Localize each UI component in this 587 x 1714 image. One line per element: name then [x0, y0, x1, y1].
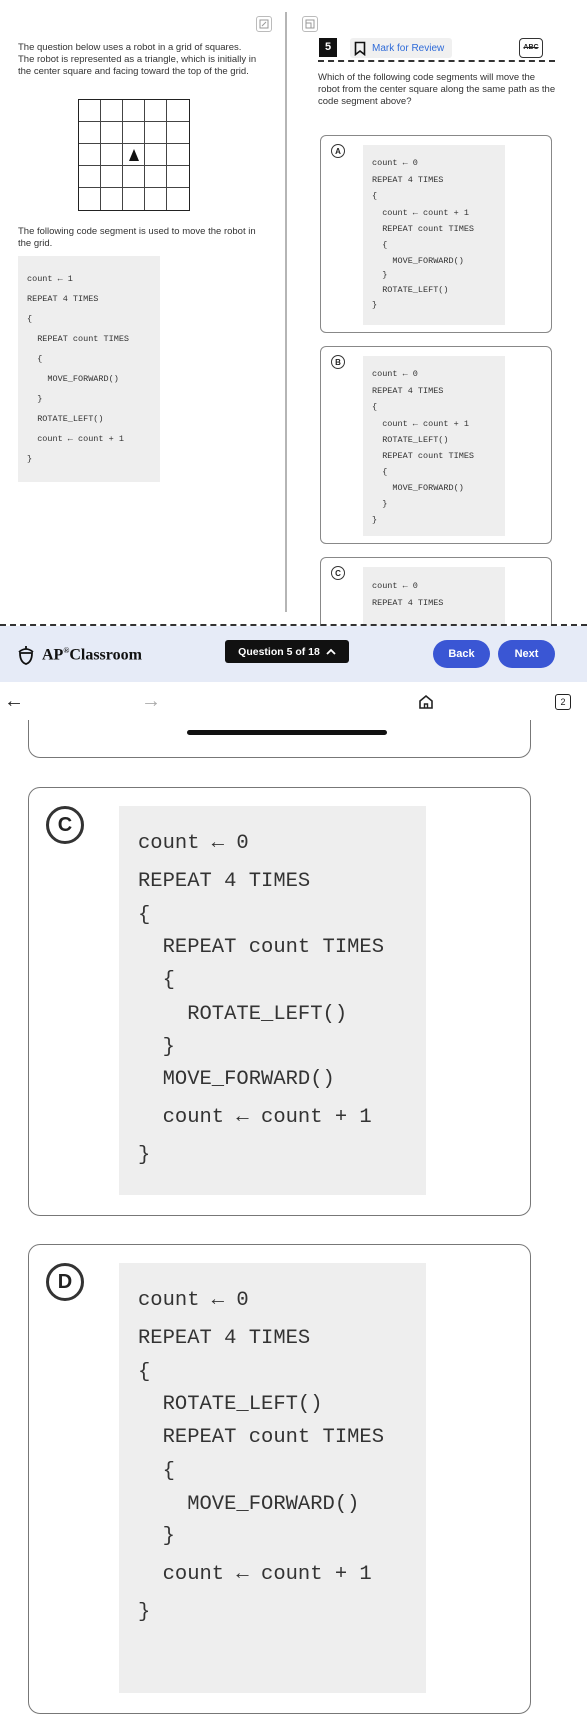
code-line: { [138, 969, 175, 992]
option-code-block: count ← 0 REPEAT 4 TIMES { count ← count… [363, 145, 505, 325]
brand-ap: AP [42, 646, 64, 664]
chevron-up-icon [326, 648, 336, 655]
code-line: ROTATE_LEFT() [372, 435, 449, 445]
code-line: } [372, 515, 378, 525]
mark-for-review-label: Mark for Review [372, 42, 445, 54]
code-line: } [27, 394, 43, 404]
question-text: Which of the following code segments wil… [318, 72, 556, 107]
option-letter-b: B [331, 355, 345, 369]
collapse-pane-icon[interactable] [256, 16, 272, 32]
code-line: MOVE_FORWARD() [372, 483, 464, 493]
code-line: ROTATE_LEFT() [138, 1393, 323, 1416]
code-line: } [138, 1036, 175, 1059]
answer-option-b[interactable]: B count ← 0 REPEAT 4 TIMES { count ← cou… [320, 346, 552, 544]
code-line: } [372, 300, 378, 310]
code-line: } [138, 1601, 151, 1624]
code-line: { [27, 314, 33, 324]
code-line: count ← count + 1 [138, 1563, 372, 1586]
option-letter-c: C [46, 806, 84, 844]
code-line: ROTATE_LEFT() [372, 285, 449, 295]
code-line: { [138, 1460, 175, 1483]
code-line: count ← count + 1 [138, 1106, 372, 1129]
pane-divider[interactable] [285, 12, 287, 612]
bookmark-icon [354, 41, 366, 56]
code-line: REPEAT count TIMES [138, 1426, 385, 1449]
expand-pane-icon[interactable] [302, 16, 318, 32]
code-line: } [372, 499, 388, 509]
mark-for-review-button[interactable]: Mark for Review [350, 38, 453, 58]
code-line: REPEAT 4 TIMES [372, 386, 444, 396]
brand-classroom: Classroom [69, 646, 142, 664]
code-line: REPEAT 4 TIMES [372, 598, 444, 608]
stimulus-code-block: count ← 1 REPEAT 4 TIMES { REPEAT count … [18, 256, 160, 482]
code-line: { [27, 354, 43, 364]
code-line: count ← 0 [138, 1289, 249, 1312]
acorn-logo-icon [18, 646, 34, 665]
option-code-block: count ← 0 REPEAT 4 TIMES { REPEAT count … [119, 806, 426, 1195]
code-line: REPEAT 4 TIMES [138, 1327, 311, 1350]
option-code-block: count ← 0 REPEAT 4 TIMES { count ← count… [363, 356, 505, 536]
code-line: count ← 0 [372, 158, 418, 168]
code-line: } [27, 454, 33, 464]
center-square [123, 144, 145, 166]
answer-option-a[interactable]: A count ← 0 REPEAT 4 TIMES { count ← cou… [320, 135, 552, 333]
back-button[interactable]: Back [433, 640, 490, 668]
answer-option-b-bottom[interactable] [28, 720, 531, 758]
code-line: } [138, 1144, 151, 1167]
code-intro: The following code segment is used to mo… [18, 226, 256, 249]
robot-grid [78, 99, 190, 211]
code-line: { [372, 191, 378, 201]
code-line: count ← count + 1 [27, 434, 124, 444]
option-letter-a: A [331, 144, 345, 158]
answer-option-c-zoomed[interactable]: C count ← 0 REPEAT 4 TIMES { REPEAT coun… [28, 787, 531, 1216]
code-line: } [138, 1525, 175, 1548]
robot-triangle-icon [128, 148, 139, 161]
code-line: { [138, 1361, 151, 1384]
code-line: REPEAT count TIMES [138, 936, 385, 959]
code-line: REPEAT count TIMES [27, 334, 130, 344]
code-line: ROTATE_LEFT() [27, 414, 104, 424]
option-letter-c: C [331, 566, 345, 580]
question-header-rule [318, 60, 555, 62]
code-line: { [372, 467, 388, 477]
option-code-block: count ← 0 REPEAT 4 TIMES { ROTATE_LEFT()… [119, 1263, 426, 1693]
code-line: ROTATE_LEFT() [138, 1003, 348, 1026]
next-button[interactable]: Next [498, 640, 555, 668]
answer-option-d-zoomed[interactable]: D count ← 0 REPEAT 4 TIMES { ROTATE_LEFT… [28, 1244, 531, 1714]
code-line: count ← 0 [372, 581, 418, 591]
option-letter-d: D [46, 1263, 84, 1301]
code-line: count ← 0 [138, 832, 249, 855]
stimulus-intro: The question below uses a robot in a gri… [18, 42, 257, 77]
browser-forward-icon[interactable]: → [141, 690, 161, 713]
code-line: count ← count + 1 [372, 208, 469, 218]
code-line: MOVE_FORWARD() [138, 1068, 335, 1091]
code-line: REPEAT count TIMES [372, 224, 475, 234]
code-line: count ← 0 [372, 369, 418, 379]
code-line: count ← 1 [27, 274, 73, 284]
code-line: REPEAT 4 TIMES [138, 870, 311, 893]
code-line: } [372, 270, 388, 280]
code-line: REPEAT 4 TIMES [372, 175, 444, 185]
code-line: count ← count + 1 [372, 419, 469, 429]
ap-classroom-logo: AP®Classroom [16, 644, 142, 666]
browser-back-icon[interactable]: ← [4, 690, 24, 713]
code-line: MOVE_FORWARD() [138, 1493, 360, 1516]
browser-nav-bar: ← → 2 [0, 682, 587, 722]
code-line: { [372, 240, 388, 250]
tabs-count-icon[interactable]: 2 [555, 694, 571, 710]
home-icon[interactable] [418, 694, 434, 710]
question-counter-label: Question 5 of 18 [238, 645, 320, 658]
code-line: MOVE_FORWARD() [27, 374, 119, 384]
question-navigator-button[interactable]: Question 5 of 18 [225, 640, 349, 663]
code-line: { [372, 402, 378, 412]
code-line: REPEAT 4 TIMES [27, 294, 99, 304]
exam-screen: The question below uses a robot in a gri… [0, 0, 587, 637]
code-line: REPEAT count TIMES [372, 451, 475, 461]
code-line: MOVE_FORWARD() [372, 256, 464, 266]
answer-eliminator-button[interactable]: ABC [519, 38, 543, 58]
code-line: { [138, 904, 151, 927]
question-number: 5 [319, 38, 337, 57]
